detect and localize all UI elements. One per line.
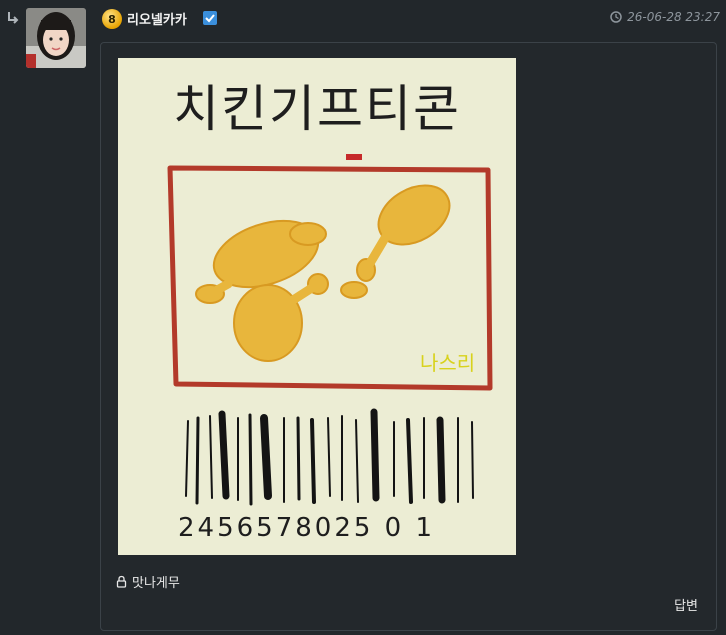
image-signature: 나스리 [420,351,475,375]
barcode-number: 2456578025 0 1 [178,513,435,543]
level-badge: 8 [102,9,122,29]
reply-button[interactable]: 답변 [674,595,698,614]
reply-arrow-icon [8,12,19,24]
timestamp: 26-06-28 23:27 [610,10,720,24]
username[interactable]: 리오넬카카 [127,9,187,28]
avatar[interactable] [26,8,86,68]
clock-icon [610,11,622,23]
image-title: 치킨기프티콘 [173,80,461,138]
comment-header: 8 리오넬카카 26-06-28 23:27 [102,8,720,30]
post-image[interactable]: 치킨기프티콘 나스리 2456578025 0 1 [118,58,516,555]
comment-card: 치킨기프티콘 나스리 2456578025 0 1 맛나게무 답변 [100,42,717,631]
checkmark-icon [203,11,217,25]
caption-text: 맛나게무 [132,576,180,591]
comment-caption: 맛나게무 [116,572,180,591]
lock-icon [116,575,127,588]
timestamp-text: 26-06-28 23:27 [627,10,720,24]
